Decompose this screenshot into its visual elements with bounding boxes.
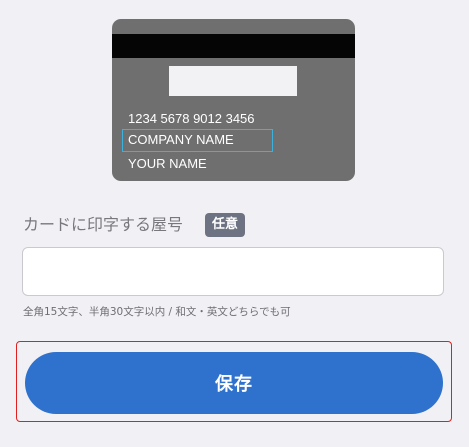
card-company-name-highlight: COMPANY NAME <box>122 129 273 152</box>
card-holder-name-text: YOUR NAME <box>128 156 207 171</box>
card-preview-back: 1234 5678 9012 3456 COMPANY NAME YOUR NA… <box>112 19 355 181</box>
input-help-text: 全角15文字、半角30文字以内 / 和文・英文どちらでも可 <box>23 306 291 318</box>
magnetic-stripe <box>112 34 355 58</box>
optional-badge: 任意 <box>205 213 245 237</box>
save-button[interactable]: 保存 <box>25 352 443 414</box>
trade-name-label: カードに印字する屋号 <box>23 215 184 234</box>
page: 1234 5678 9012 3456 COMPANY NAME YOUR NA… <box>0 0 469 447</box>
card-number-text: 1234 5678 9012 3456 <box>128 111 255 126</box>
signature-panel <box>169 66 297 96</box>
trade-name-input[interactable] <box>22 247 444 296</box>
